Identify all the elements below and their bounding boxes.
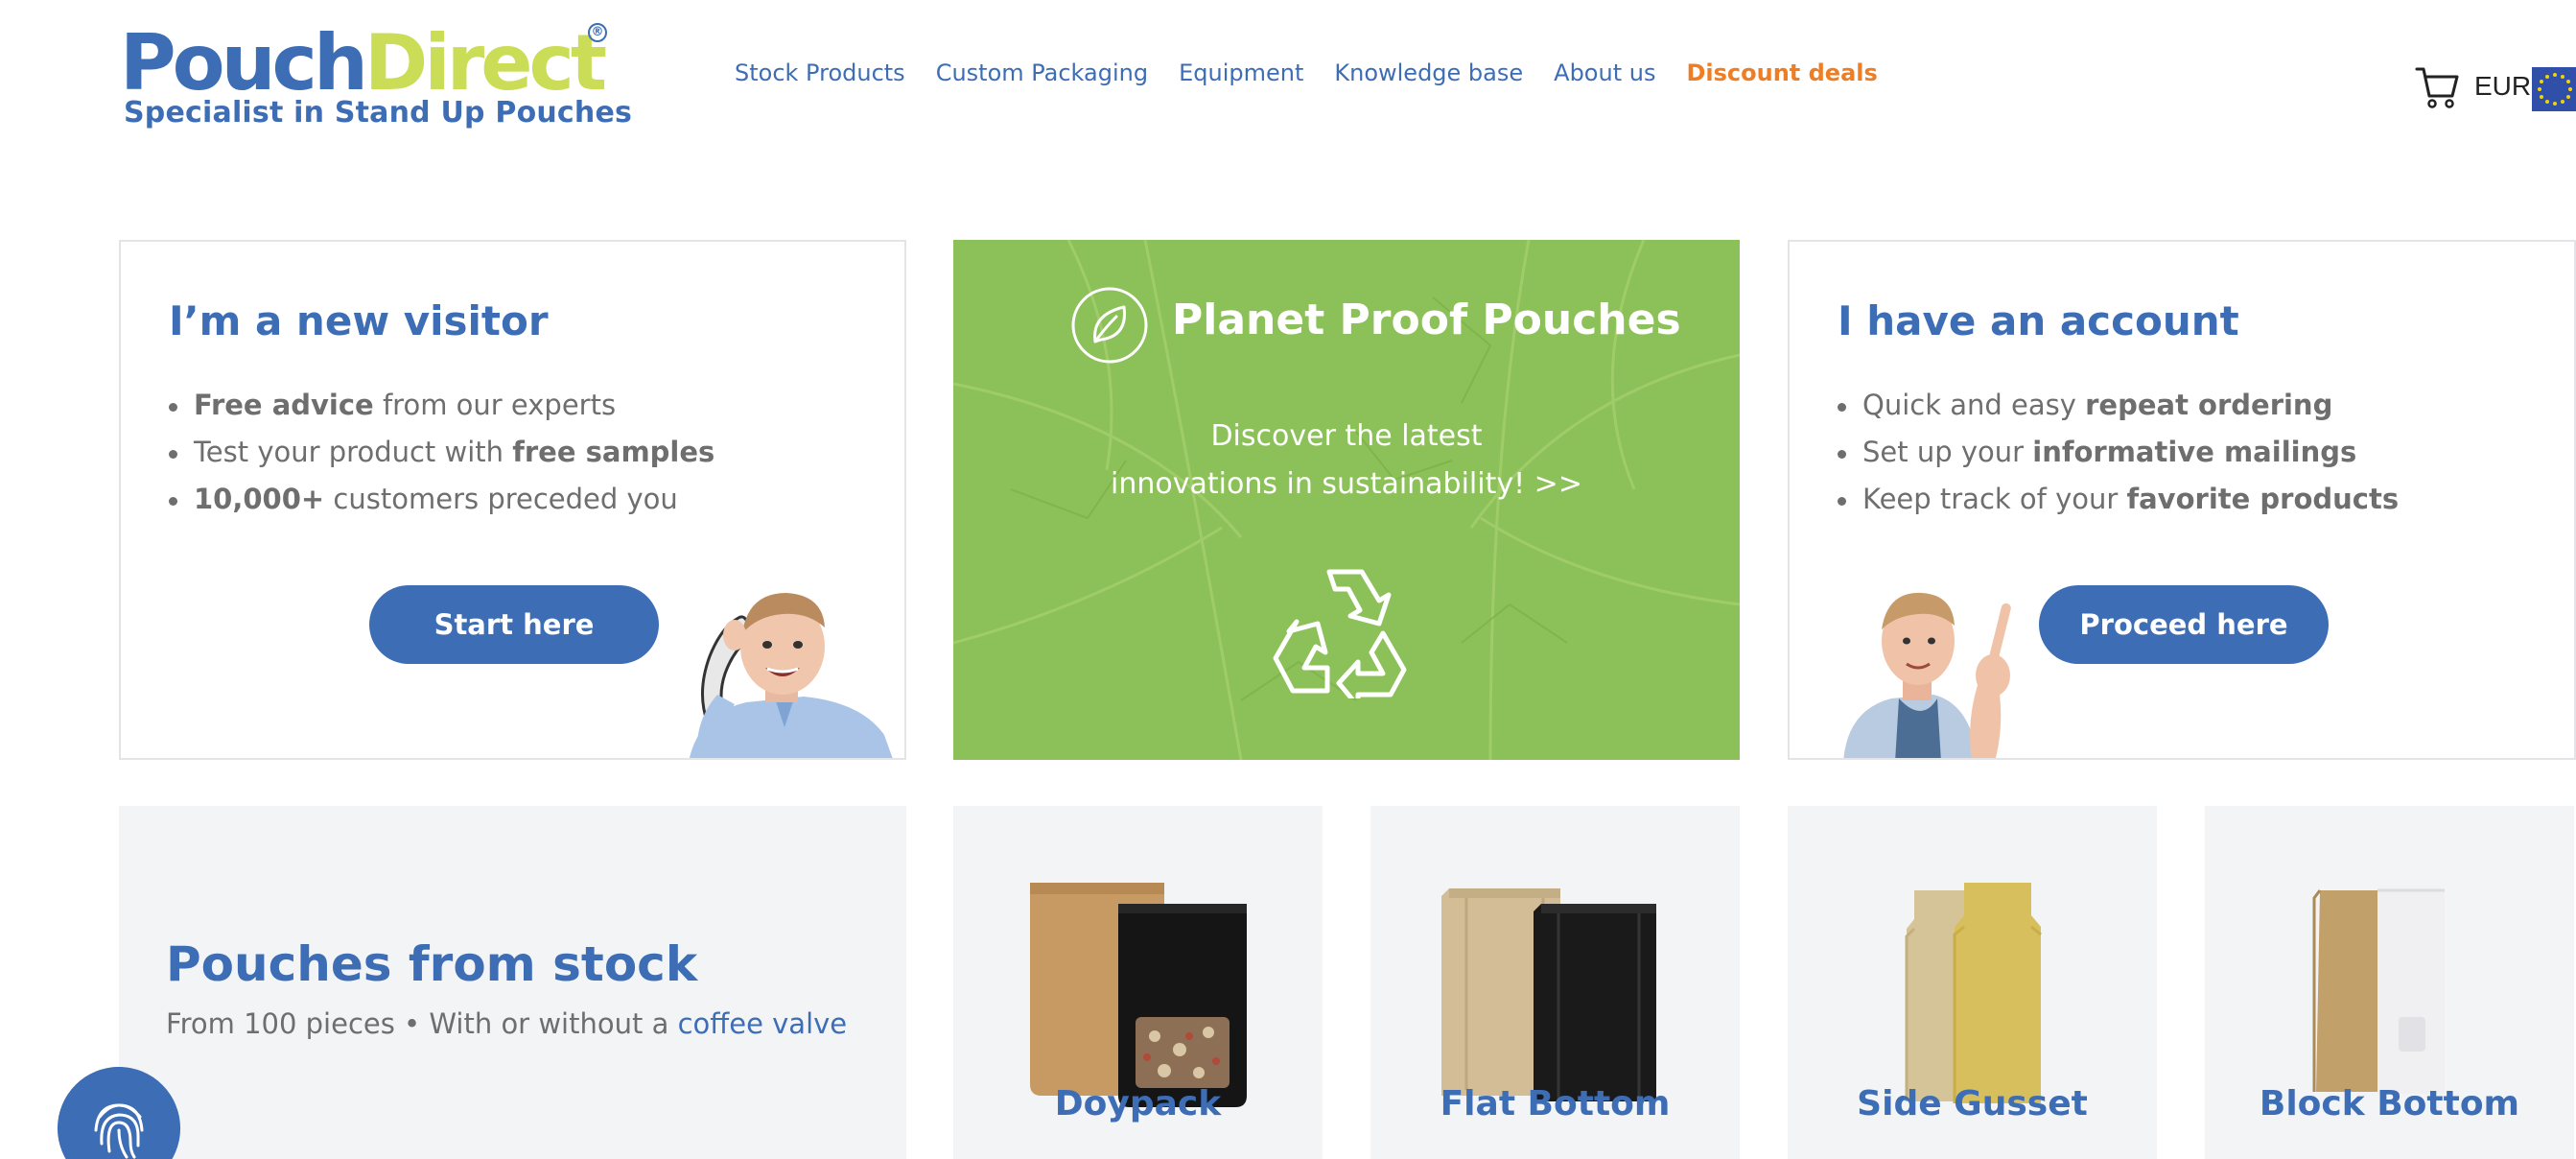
cart-icon[interactable]: [2415, 63, 2459, 109]
nav-equipment[interactable]: Equipment: [1179, 59, 1303, 86]
new-visitor-benefits: Free advice from our experts Test your p…: [169, 382, 714, 523]
product-label-block-bottom: Block Bottom: [2259, 1084, 2520, 1124]
product-tile-flat-bottom[interactable]: Flat Bottom: [1370, 806, 1740, 1159]
side-gusset-pouch-image: [1905, 883, 2042, 1103]
site-header: PouchDirect ® Specialist in Stand Up Pou…: [0, 0, 2576, 154]
product-label-doypack: Doypack: [1054, 1084, 1222, 1124]
man-pointing-photo: [1843, 592, 2011, 758]
new-visitor-card: I’m a new visitor Free advice from our e…: [119, 240, 906, 760]
product-label-side-gusset: Side Gusset: [1857, 1084, 2088, 1124]
planet-proof-subtitle[interactable]: Discover the latest innovations in susta…: [953, 413, 1740, 509]
product-tile-side-gusset[interactable]: Side Gusset: [1788, 806, 2157, 1159]
benefit-customers: 10,000+ customers preceded you: [169, 476, 714, 523]
product-tile-doypack[interactable]: Doypack: [953, 806, 1323, 1159]
logo-word-pouch: Pouch: [120, 18, 368, 107]
leaf-icon: [1071, 287, 1148, 364]
logo-tagline: Specialist in Stand Up Pouches: [124, 96, 633, 130]
pouches-from-stock-panel: Pouches from stock From 100 pieces • Wit…: [119, 806, 906, 1159]
product-label-flat-bottom: Flat Bottom: [1440, 1084, 1671, 1124]
nav-discount-deals[interactable]: Discount deals: [1686, 59, 1877, 86]
account-title: I have an account: [1838, 297, 2239, 344]
nav-custom-packaging[interactable]: Custom Packaging: [936, 59, 1148, 86]
man-with-phone-photo: [689, 593, 893, 758]
start-here-button[interactable]: Start here: [369, 585, 659, 664]
planet-proof-subtitle-line1: Discover the latest: [1210, 419, 1483, 453]
stock-subtitle-text: From 100 pieces • With or without a: [166, 1007, 678, 1040]
coffee-valve-link[interactable]: coffee valve: [678, 1007, 848, 1040]
nav-knowledge-base[interactable]: Knowledge base: [1334, 59, 1523, 86]
logo-word-direct: Direct: [363, 18, 607, 107]
account-card: I have an account Quick and easy repeat …: [1788, 240, 2576, 760]
block-bottom-pouch-image: [2312, 888, 2445, 1094]
account-benefits: Quick and easy repeat ordering Set up yo…: [1838, 382, 2399, 523]
doypack-pouch-image: [1030, 883, 1247, 1107]
registered-mark: ®: [588, 23, 607, 42]
benefit-mailings: Set up your informative mailings: [1838, 429, 2399, 476]
new-visitor-title: I’m a new visitor: [169, 297, 549, 344]
flat-bottom-pouch-image: [1441, 888, 1656, 1101]
planet-proof-banner[interactable]: Planet Proof Pouches Discover the latest…: [953, 240, 1740, 760]
benefit-free-samples: Test your product with free samples: [169, 429, 714, 476]
pouchdirect-logo[interactable]: PouchDirect ® Specialist in Stand Up Pou…: [120, 18, 632, 136]
proceed-here-button[interactable]: Proceed here: [2039, 585, 2329, 664]
currency-selector[interactable]: EUR: [2474, 71, 2531, 102]
planet-proof-subtitle-line2: innovations in sustainability! >>: [1111, 467, 1582, 501]
planet-proof-title: Planet Proof Pouches: [1172, 296, 1681, 344]
benefit-favorites: Keep track of your favorite products: [1838, 476, 2399, 523]
benefit-free-advice: Free advice from our experts: [169, 382, 714, 429]
eu-flag-icon[interactable]: [2532, 67, 2576, 111]
stock-subtitle: From 100 pieces • With or without a coff…: [166, 1007, 847, 1040]
nav-stock-products[interactable]: Stock Products: [735, 59, 905, 86]
main-nav: Stock Products Custom Packaging Equipmen…: [735, 59, 1909, 86]
logo-wordmark: PouchDirect: [120, 18, 607, 107]
recycle-icon: [1273, 569, 1407, 698]
nav-about-us[interactable]: About us: [1554, 59, 1655, 86]
product-tile-block-bottom[interactable]: Block Bottom: [2205, 806, 2574, 1159]
stock-title: Pouches from stock: [166, 936, 698, 992]
benefit-repeat-ordering: Quick and easy repeat ordering: [1838, 382, 2399, 429]
